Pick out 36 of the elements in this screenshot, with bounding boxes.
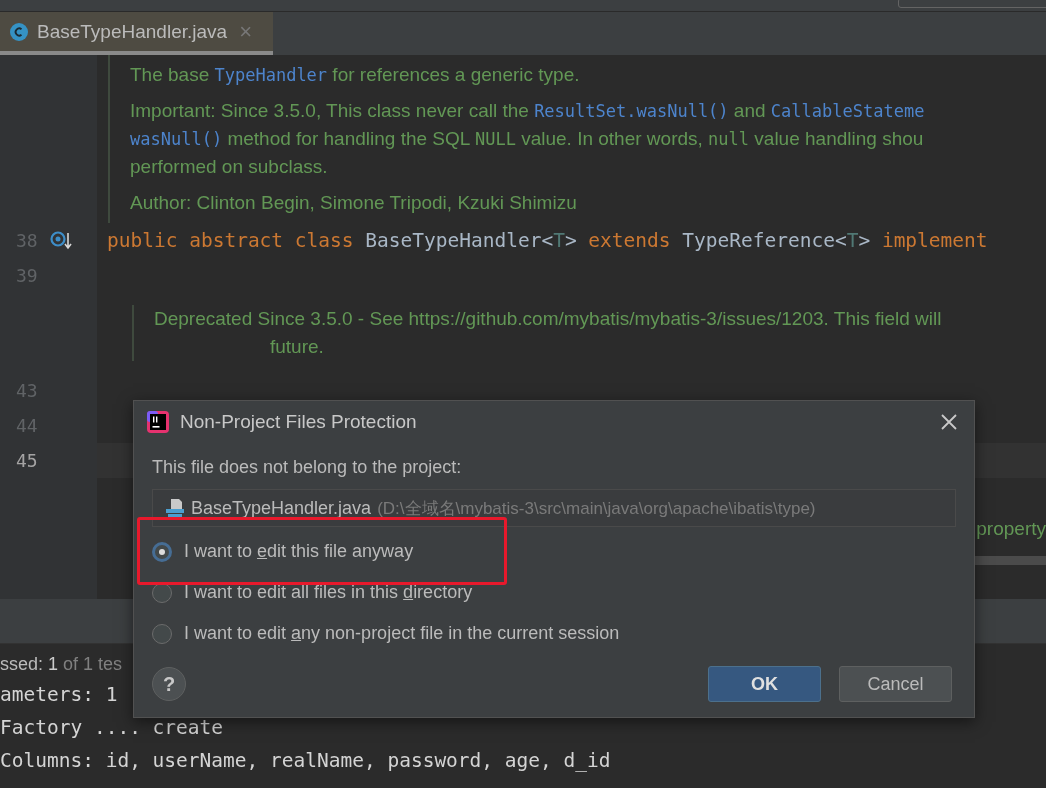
code-line: public abstract class BaseTypeHandler<T> extends TypeReference<T> implement (107, 229, 988, 252)
class-icon (9, 21, 29, 42)
radio-button[interactable] (152, 623, 172, 644)
option-label[interactable]: I want to edit any non-project file in the current session (184, 623, 620, 644)
code-link[interactable]: ResultSet.wasNull() (534, 101, 729, 121)
option-label[interactable]: I want to edit all files in this directory (184, 582, 473, 603)
test-summary: ssed: 1 of 1 tes (0, 653, 123, 676)
doc-text: property (976, 518, 1046, 540)
option-label[interactable]: I want to edit this file anyway (184, 541, 414, 562)
doc-text: The base TypeHandler for references a generic type. (130, 63, 581, 87)
file-field: BaseTypeHandler.java (D:\全域名\mybatis-3\src\main\java\org\apache\ibatis\type) (152, 489, 956, 527)
help-button[interactable]: ? (152, 667, 186, 701)
deprecation-note: Deprecated Since 3.5.0 - See https://github.com/mybatis/mybatis-3/issues/1203. This field will (154, 307, 942, 331)
line-number: 45 (16, 450, 38, 471)
deprecation-note: future. (269, 335, 325, 359)
ok-button[interactable]: OK (708, 666, 821, 702)
console-line: Columns: id, userName, realName, password, age, d_id (0, 748, 611, 774)
doc-text: performed on subclass. (130, 155, 329, 179)
text-field[interactable] (898, 0, 1046, 8)
app-logo-icon (146, 410, 170, 434)
code-link[interactable]: CallableStateme (770, 101, 925, 121)
console-line: ameters: 1 (0, 682, 118, 708)
dialog-message: This file does not belong to the project: (152, 457, 463, 479)
console-line: Factory .... create (0, 715, 224, 741)
implemented-marker-icon[interactable] (49, 229, 72, 252)
cancel-button[interactable]: Cancel (839, 666, 952, 702)
doc-text: wasNull() method for handling the SQL NULL value. In other words, null value handling shou (130, 127, 925, 151)
code-link[interactable]: wasNull() (130, 129, 223, 149)
code-link[interactable]: TypeHandler (214, 65, 328, 85)
close-icon[interactable] (940, 413, 958, 431)
radio-button[interactable] (152, 541, 172, 562)
dialog-title: Non-Project Files Protection (180, 411, 418, 433)
doc-text: Author: Clinton Begin, Simone Tripodi, Kzuki Shimizu (130, 191, 578, 215)
doc-text: Important: Since 3.5.0, This class never call the ResultSet.wasNull() and CallableStateme (130, 99, 926, 123)
file-tab[interactable]: BaseTypeHandler.java × (0, 12, 273, 55)
file-icon (165, 497, 185, 519)
